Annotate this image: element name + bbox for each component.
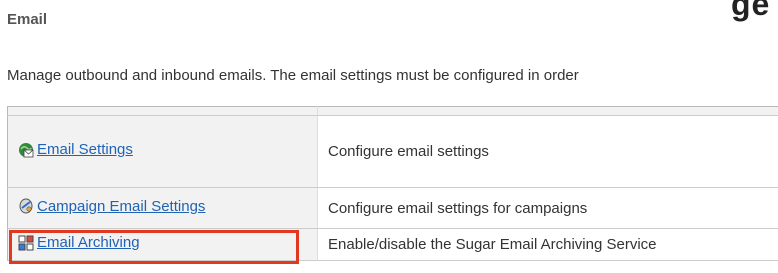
email-settings-description: Configure email settings — [317, 115, 778, 188]
table-header-spacer — [7, 106, 778, 116]
highlight-box — [9, 230, 299, 264]
section-description: Manage outbound and inbound emails. The … — [7, 67, 579, 84]
email-archiving-description: Enable/disable the Sugar Email Archiving… — [317, 228, 778, 261]
email-settings-icon — [18, 142, 34, 158]
admin-email-panel: ge Email Manage outbound and inbound ema… — [0, 0, 778, 273]
email-settings-link[interactable]: Email Settings — [37, 141, 133, 158]
table-row: Campaign Email Settings Configure email … — [7, 187, 778, 229]
campaign-email-settings-link[interactable]: Campaign Email Settings — [37, 198, 205, 215]
page-heading-fragment: ge — [731, 0, 771, 22]
section-title: Email — [7, 11, 48, 28]
campaign-email-icon — [18, 198, 34, 214]
campaign-email-description: Configure email settings for campaigns — [317, 187, 778, 229]
table-row: Email Settings Configure email settings — [7, 115, 778, 188]
